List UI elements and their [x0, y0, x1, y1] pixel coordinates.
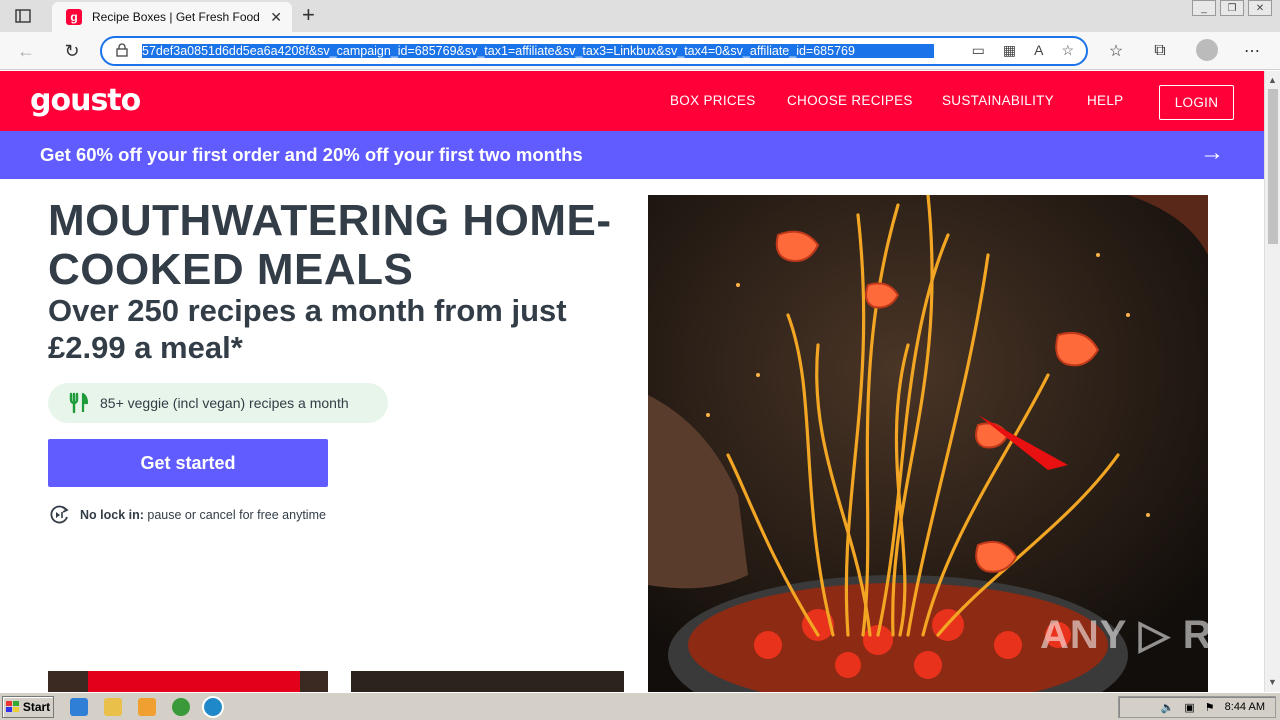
cutlery-icon [69, 392, 89, 414]
url-text[interactable]: 57def3a0851d6dd5ea6a4208f&sv_campaign_id… [142, 44, 934, 58]
recipe-box-thumbnail[interactable] [48, 671, 328, 692]
browser-toolbar: ← ↻ 57def3a0851d6dd5ea6a4208f&sv_campaig… [0, 32, 1280, 70]
promo-text: Get 60% off your first order and 20% off… [40, 144, 583, 165]
flag-icon[interactable]: ⚑ [1205, 701, 1215, 714]
clock[interactable]: 8:44 AM [1225, 701, 1265, 713]
no-lock-in-note: No lock in: pause or cancel for free any… [48, 504, 326, 526]
windows-taskbar: Start 🔈 ▣ ⚑ 8:44 AM [0, 692, 1280, 720]
favorites-icon[interactable]: ☆ [1104, 40, 1128, 62]
nav-help[interactable]: HELP [1087, 93, 1123, 108]
gousto-logo[interactable]: gousto [30, 83, 141, 118]
get-started-button[interactable]: Get started [48, 439, 328, 487]
nav-choose-recipes[interactable]: CHOOSE RECIPES [787, 93, 913, 108]
folder-icon[interactable] [104, 698, 122, 716]
browser-tab-bar: g Recipe Boxes | Get Fresh Food & ✕ + _ … [0, 0, 1280, 32]
browser-tab[interactable]: g Recipe Boxes | Get Fresh Food & ✕ [52, 2, 292, 32]
nav-sustainability[interactable]: SUSTAINABILITY [942, 93, 1054, 108]
read-aloud-icon[interactable]: A [1034, 42, 1043, 59]
restore-button[interactable]: ❐ [1220, 0, 1244, 16]
arrow-right-icon: → [1200, 139, 1224, 166]
start-button[interactable]: Start [2, 696, 54, 718]
chrome-icon[interactable] [172, 698, 190, 716]
media-player-icon[interactable] [138, 698, 156, 716]
back-arrow-icon[interactable]: ← [14, 40, 38, 62]
site-header: gousto BOX PRICES CHOOSE RECIPES SUSTAIN… [0, 71, 1264, 131]
collections-icon[interactable]: ⧉ [1148, 40, 1172, 62]
hero-subheading: Over 250 recipes a month from just £2.99… [48, 293, 567, 365]
minimize-button[interactable]: _ [1192, 0, 1216, 16]
ie-icon[interactable] [70, 698, 88, 716]
scroll-up-icon[interactable]: ▲ [1268, 75, 1277, 85]
grid-icon[interactable]: ▦ [1003, 42, 1016, 59]
window-controls: _ ❐ ✕ [1192, 0, 1272, 16]
network-icon[interactable]: ▣ [1184, 701, 1194, 714]
pause-cycle-icon [50, 505, 69, 524]
profile-avatar-icon[interactable] [1196, 39, 1218, 61]
edge-icon[interactable] [202, 696, 224, 718]
scroll-down-icon[interactable]: ▼ [1268, 677, 1277, 687]
login-button[interactable]: LOGIN [1159, 85, 1234, 120]
tab-title: Recipe Boxes | Get Fresh Food & [92, 10, 263, 24]
tab-actions-icon[interactable] [10, 6, 36, 26]
windows-logo-icon [5, 701, 19, 712]
gousto-favicon-icon: g [66, 9, 82, 25]
close-tab-icon[interactable]: ✕ [270, 9, 282, 26]
lock-icon[interactable] [116, 42, 128, 60]
scrollbar-thumb[interactable] [1268, 89, 1278, 244]
app-available-icon[interactable]: ▭ [972, 42, 985, 59]
add-favorite-icon[interactable]: ☆ [1061, 42, 1074, 59]
recipe-thumbnail[interactable] [351, 671, 624, 692]
nav-box-prices[interactable]: BOX PRICES [670, 93, 756, 108]
page-scrollbar[interactable]: ▲ ▼ [1264, 71, 1280, 692]
system-tray: 🔈 ▣ ⚑ 8:44 AM [1118, 696, 1276, 718]
volume-icon[interactable]: 🔈 [1161, 701, 1175, 714]
new-tab-button[interactable]: + [302, 4, 315, 26]
veggie-text: 85+ veggie (incl vegan) recipes a month [100, 395, 349, 411]
close-window-button[interactable]: ✕ [1248, 0, 1272, 16]
veggie-badge: 85+ veggie (incl vegan) recipes a month [48, 383, 388, 423]
no-lock-in-text: No lock in: pause or cancel for free any… [80, 508, 326, 522]
address-bar[interactable]: 57def3a0851d6dd5ea6a4208f&sv_campaign_id… [100, 36, 1088, 66]
refresh-icon[interactable]: ↻ [60, 40, 84, 62]
hero-heading: MOUTHWATERING HOME-COOKED MEALS [48, 196, 612, 294]
more-menu-icon[interactable]: ⋯ [1240, 40, 1264, 62]
promo-banner[interactable]: Get 60% off your first order and 20% off… [0, 131, 1264, 179]
anyrun-watermark: ANY ▷ RUN [1040, 613, 1273, 657]
